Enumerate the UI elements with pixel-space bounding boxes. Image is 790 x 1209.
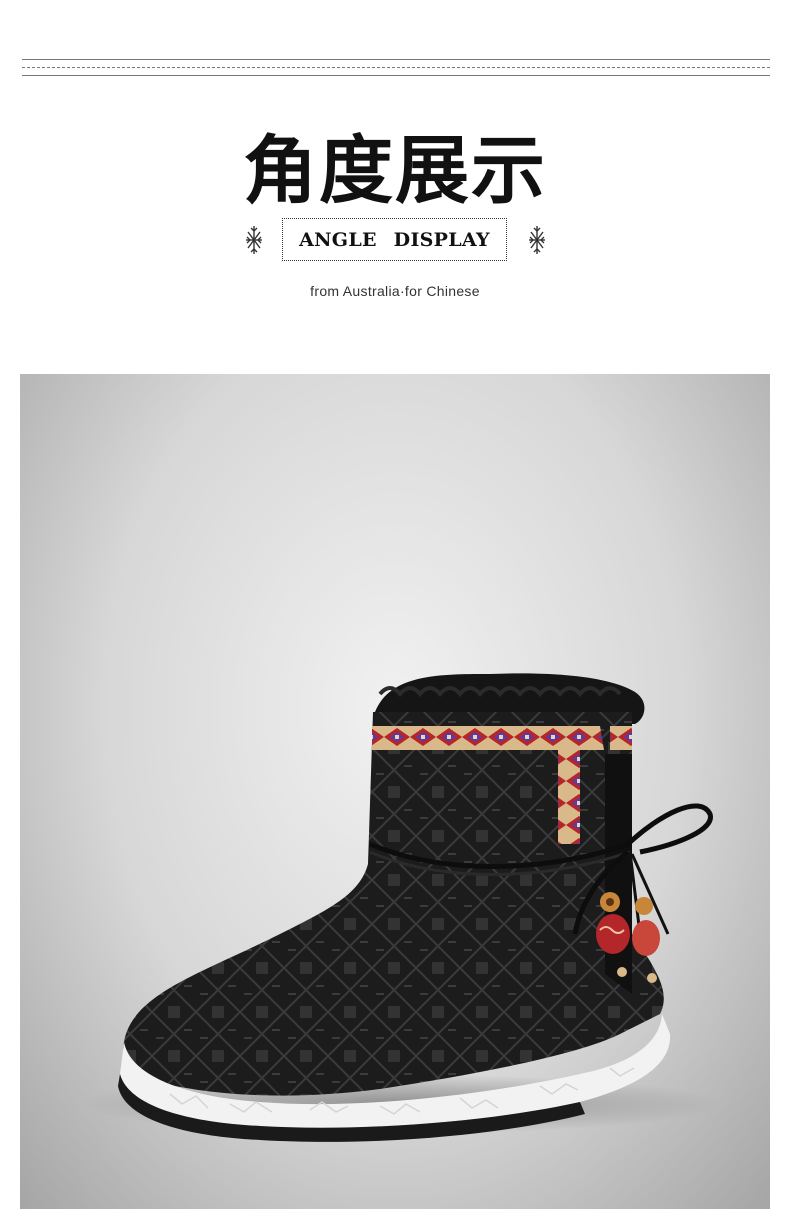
top-rule-dashed: [22, 67, 770, 68]
tagline: from Australia·for Chinese: [310, 283, 480, 299]
section-title: 角度展示: [243, 128, 547, 214]
subtitle-box: ANGLE DISPLAY: [282, 218, 507, 261]
snowflake-icon: [246, 226, 262, 254]
snowflake-icon: [529, 226, 545, 254]
boot-illustration: [80, 673, 720, 1142]
product-photo: [20, 374, 770, 1209]
top-rule-solid-bottom: [22, 75, 770, 76]
subtitle-text: ANGLE DISPLAY: [299, 228, 490, 251]
top-rule-solid: [22, 59, 770, 60]
